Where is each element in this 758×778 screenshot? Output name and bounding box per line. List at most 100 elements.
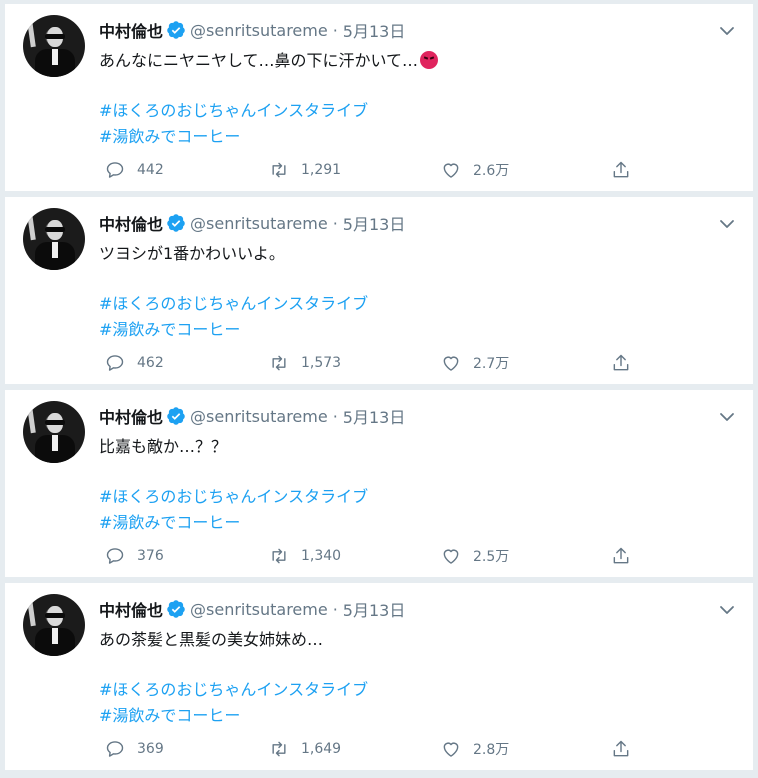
tweet-date[interactable]: 5月13日 — [343, 404, 406, 428]
heart-icon — [443, 549, 459, 564]
tweet-text-body: あの茶髪と黒髪の美女姉妹め… — [99, 630, 324, 649]
user-handle[interactable]: @senritsutareme — [190, 407, 328, 426]
reply-button[interactable]: 376 — [105, 546, 164, 566]
retweet-arrows-icon — [272, 355, 286, 371]
share-button[interactable] — [611, 353, 643, 373]
reply-count: 442 — [137, 162, 164, 178]
separator-dot: · — [332, 213, 338, 233]
share-button[interactable] — [611, 739, 643, 759]
like-button[interactable]: 2.6万 — [441, 160, 509, 180]
tweet-header: 中村倫也 @senritsutareme · 5月13日 — [99, 18, 406, 42]
tweet-text-body: ツヨシが1番かわいいよ。 — [99, 244, 285, 263]
reply-bubble-icon — [106, 548, 124, 564]
retweet-button[interactable]: 1,291 — [269, 160, 341, 180]
tweet-text: ツヨシが1番かわいいよ。 — [99, 243, 285, 265]
hashtags: #ほくろのおじちゃんインスタライブ #湯飲みでコーヒー — [99, 291, 368, 343]
retweet-button[interactable]: 1,649 — [269, 739, 341, 759]
user-handle[interactable]: @senritsutareme — [190, 600, 328, 619]
tweet[interactable]: 中村倫也 @senritsutareme · 5月13日 あの茶髪と黒髪の美女姉… — [5, 583, 753, 771]
tweet-date[interactable]: 5月13日 — [343, 211, 406, 235]
tweet-header: 中村倫也 @senritsutareme · 5月13日 — [99, 404, 406, 428]
verified-badge-icon — [167, 600, 185, 618]
tweet-text: あんなにニヤニヤして…鼻の下に汗かいて… — [99, 50, 439, 72]
tweet-actions: 369 1,649 2.8万 — [99, 739, 639, 759]
tweet-date[interactable]: 5月13日 — [343, 597, 406, 621]
verified-badge-icon — [167, 407, 185, 425]
hashtag-link[interactable]: #ほくろのおじちゃんインスタライブ — [99, 98, 368, 124]
tweet-actions: 462 1,573 2.7万 — [99, 353, 639, 373]
reply-bubble-icon — [106, 162, 124, 178]
tweet[interactable]: 中村倫也 @senritsutareme · 5月13日 ツヨシが1番かわいいよ… — [5, 197, 753, 385]
heart-icon — [443, 356, 459, 371]
tweet[interactable]: 中村倫也 @senritsutareme · 5月13日 比嘉も敵か…？？ #ほ… — [5, 390, 753, 578]
retweet-button[interactable]: 1,340 — [269, 546, 341, 566]
hashtag-link[interactable]: #ほくろのおじちゃんインスタライブ — [99, 484, 368, 510]
tweet-actions: 442 1,291 2.6万 — [99, 160, 639, 180]
chevron-down-icon[interactable] — [719, 602, 735, 618]
hashtag-link[interactable]: #湯飲みでコーヒー — [99, 510, 368, 536]
hashtag-link[interactable]: #湯飲みでコーヒー — [99, 703, 368, 729]
retweet-count: 1,573 — [301, 355, 342, 371]
tweet-actions: 376 1,340 2.5万 — [99, 546, 639, 566]
separator-dot: · — [332, 406, 338, 426]
like-count: 2.8万 — [473, 742, 510, 758]
display-name[interactable]: 中村倫也 — [99, 404, 163, 428]
hashtags: #ほくろのおじちゃんインスタライブ #湯飲みでコーヒー — [99, 98, 368, 150]
chevron-down-icon[interactable] — [719, 409, 735, 425]
separator-dot: · — [332, 599, 338, 619]
share-upload-icon — [613, 354, 629, 371]
hashtag-link[interactable]: #ほくろのおじちゃんインスタライブ — [99, 291, 368, 317]
reply-count: 376 — [137, 548, 164, 564]
retweet-arrows-icon — [272, 162, 286, 178]
tweet-date[interactable]: 5月13日 — [343, 18, 406, 42]
share-button[interactable] — [611, 546, 643, 566]
avatar[interactable] — [23, 208, 85, 270]
verified-badge-icon — [167, 214, 185, 232]
share-upload-icon — [613, 161, 629, 178]
user-handle[interactable]: @senritsutareme — [190, 21, 328, 40]
hashtag-link[interactable]: #湯飲みでコーヒー — [99, 317, 368, 343]
like-button[interactable]: 2.8万 — [441, 739, 509, 759]
hashtag-link[interactable]: #ほくろのおじちゃんインスタライブ — [99, 677, 368, 703]
like-count: 2.7万 — [473, 356, 510, 372]
tweet-feed: 中村倫也 @senritsutareme · 5月13日 あんなにニヤニヤして…… — [5, 4, 753, 776]
separator-dot: · — [332, 20, 338, 40]
avatar[interactable] — [23, 401, 85, 463]
tweet[interactable]: 中村倫也 @senritsutareme · 5月13日 あんなにニヤニヤして…… — [5, 4, 753, 192]
reply-button[interactable]: 442 — [105, 160, 164, 180]
display-name[interactable]: 中村倫也 — [99, 597, 163, 621]
reply-bubble-icon — [106, 355, 124, 371]
hashtag-link[interactable]: #湯飲みでコーヒー — [99, 124, 368, 150]
reply-bubble-icon — [106, 741, 124, 757]
hashtags: #ほくろのおじちゃんインスタライブ #湯飲みでコーヒー — [99, 677, 368, 729]
avatar[interactable] — [23, 594, 85, 656]
tweet-text-body: あんなにニヤニヤして…鼻の下に汗かいて… — [99, 51, 419, 70]
display-name[interactable]: 中村倫也 — [99, 18, 163, 42]
share-upload-icon — [613, 547, 629, 564]
tweet-text-body: 比嘉も敵か…？？ — [99, 437, 228, 456]
retweet-count: 1,340 — [301, 548, 342, 564]
display-name[interactable]: 中村倫也 — [99, 211, 163, 235]
retweet-count: 1,291 — [301, 162, 342, 178]
hashtags: #ほくろのおじちゃんインスタライブ #湯飲みでコーヒー — [99, 484, 368, 536]
retweet-button[interactable]: 1,573 — [269, 353, 341, 373]
retweet-count: 1,649 — [301, 741, 342, 757]
like-button[interactable]: 2.7万 — [441, 353, 509, 373]
share-button[interactable] — [611, 160, 643, 180]
user-handle[interactable]: @senritsutareme — [190, 214, 328, 233]
heart-icon — [443, 742, 459, 757]
share-upload-icon — [613, 740, 629, 757]
reply-button[interactable]: 369 — [105, 739, 164, 759]
chevron-down-icon[interactable] — [719, 23, 735, 39]
reply-button[interactable]: 462 — [105, 353, 164, 373]
tweet-text: 比嘉も敵か…？？ — [99, 436, 227, 458]
chevron-down-icon[interactable] — [719, 216, 735, 232]
verified-badge-icon — [167, 21, 185, 39]
tweet-header: 中村倫也 @senritsutareme · 5月13日 — [99, 211, 406, 235]
avatar[interactable] — [23, 15, 85, 77]
retweet-arrows-icon — [272, 548, 286, 564]
heart-icon — [443, 163, 459, 178]
angry-face-emoji — [420, 51, 439, 69]
like-count: 2.5万 — [473, 549, 510, 565]
like-button[interactable]: 2.5万 — [441, 546, 509, 566]
